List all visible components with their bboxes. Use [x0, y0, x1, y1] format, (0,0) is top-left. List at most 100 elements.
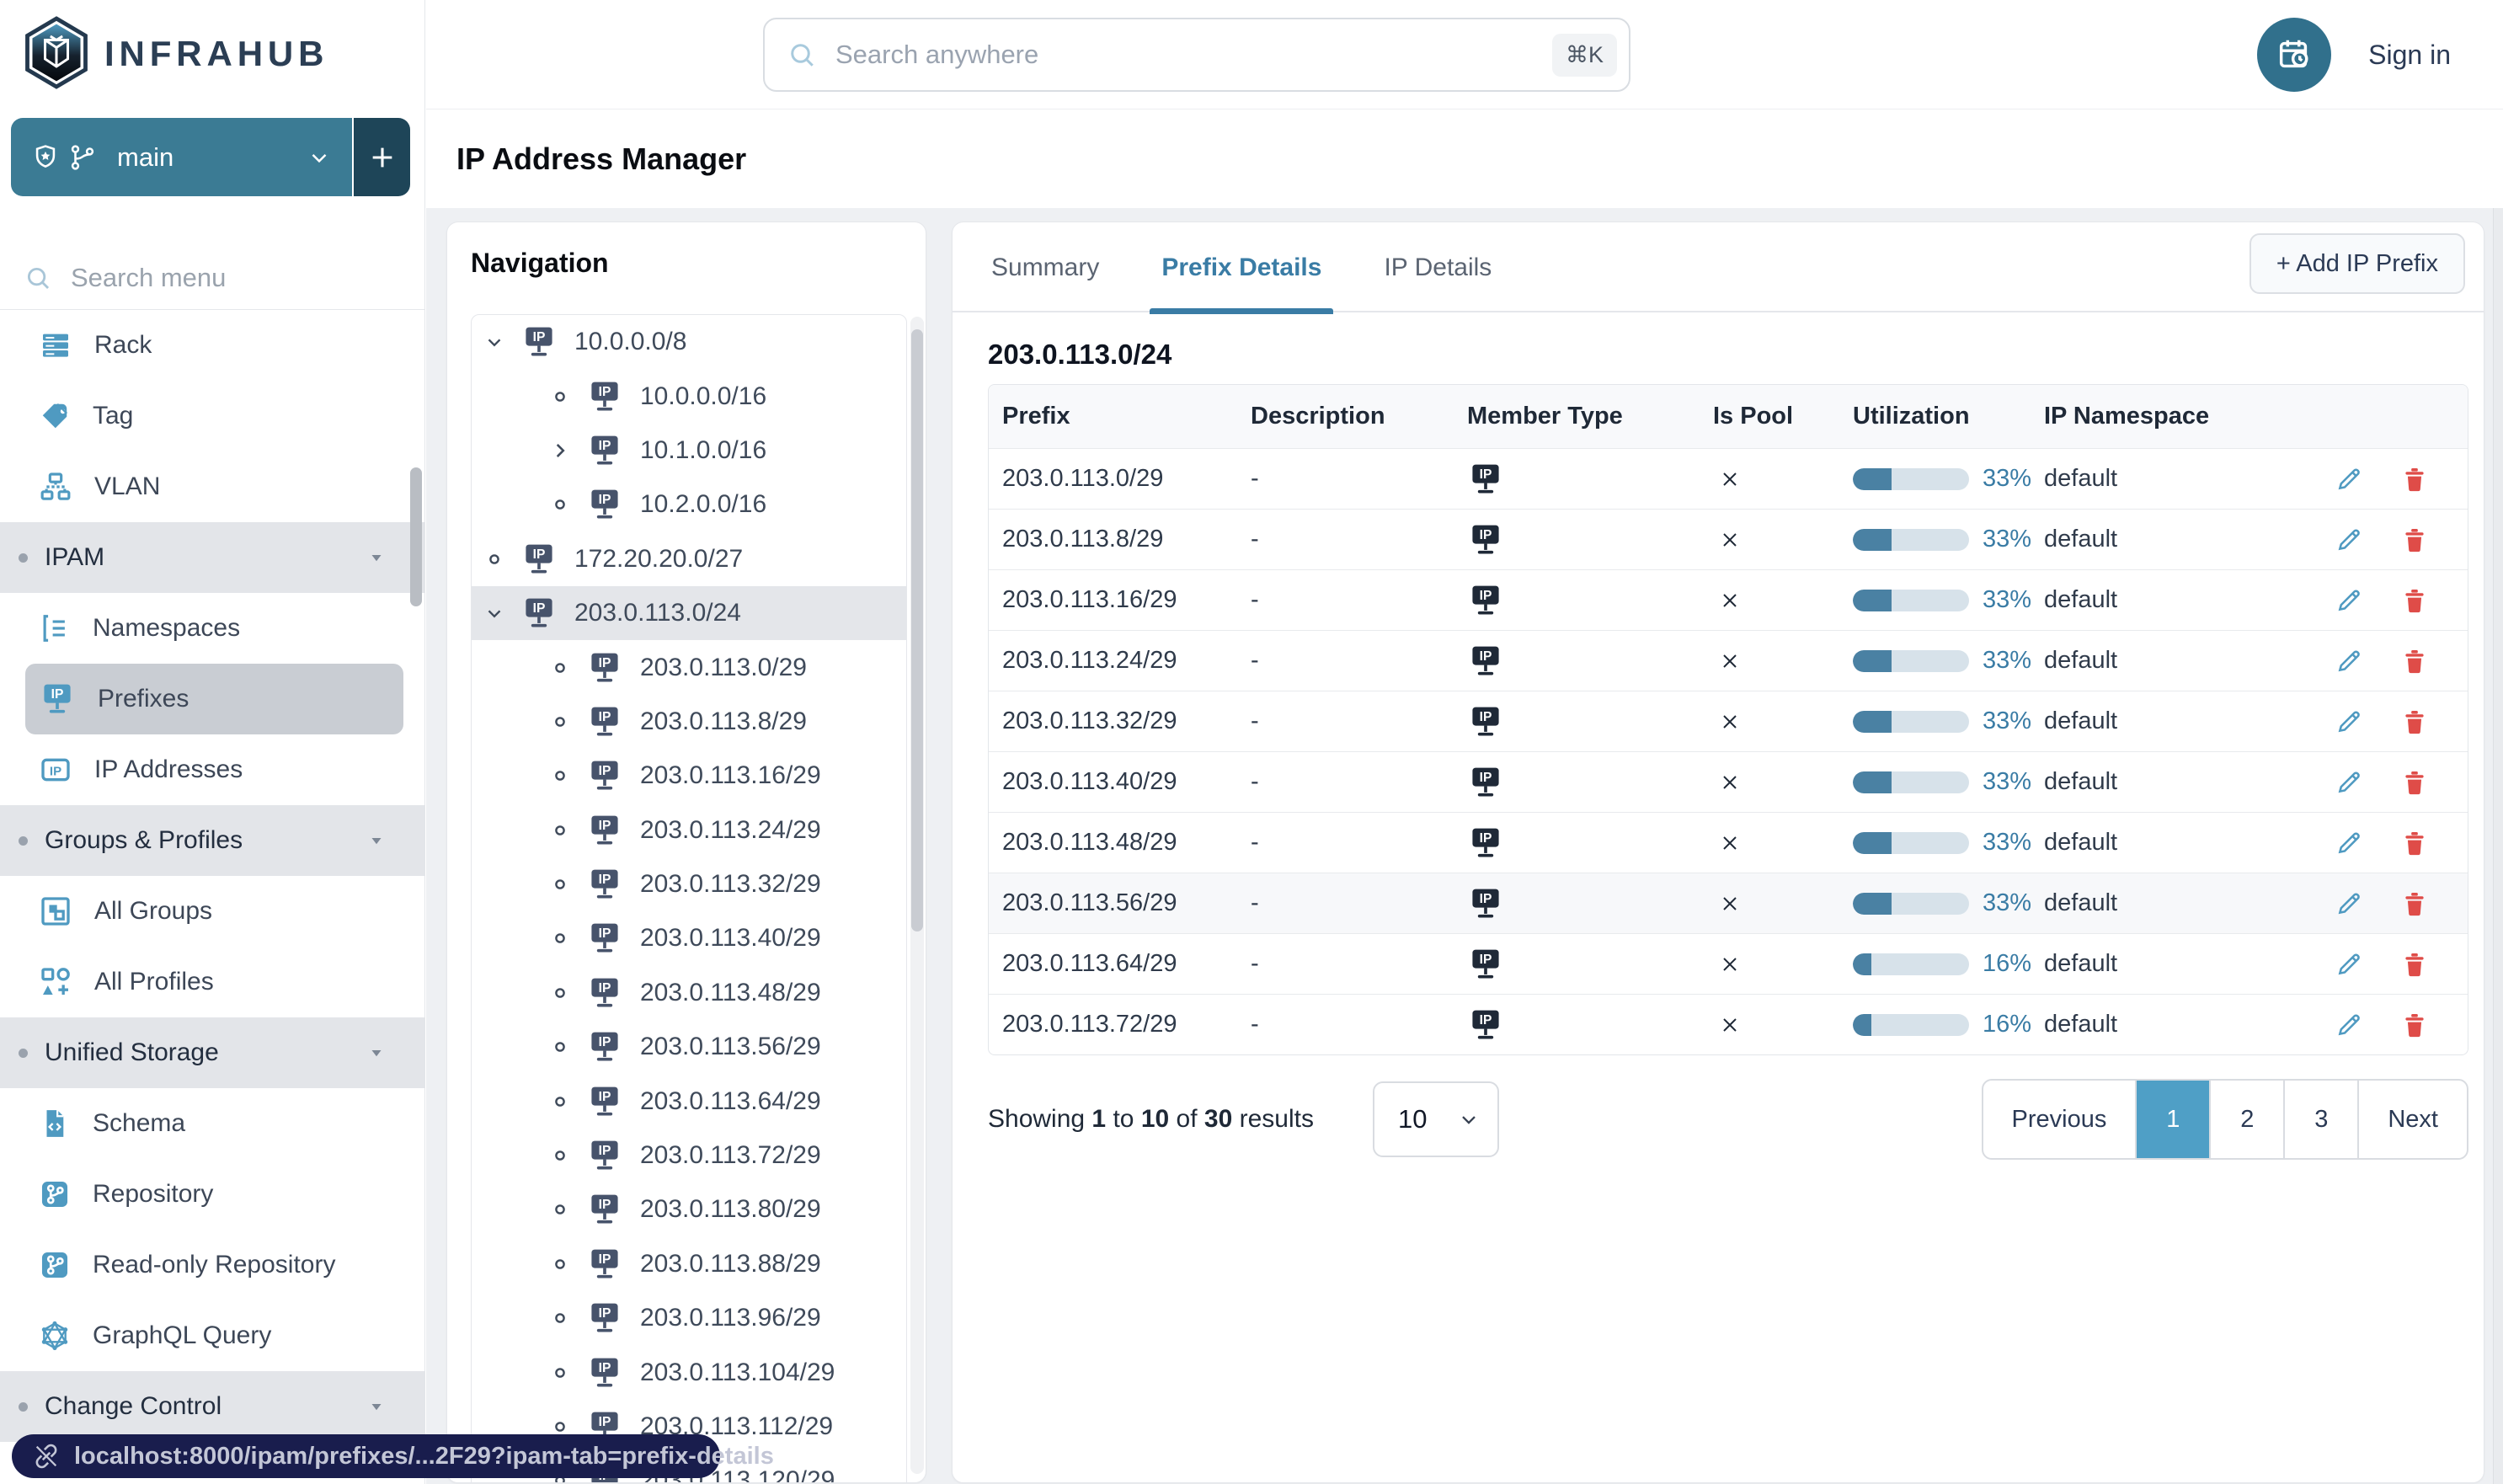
sidebar-item-all-profiles[interactable]: All Profiles — [0, 947, 425, 1017]
schedule-button[interactable] — [2257, 18, 2331, 92]
chevron-collapse-icon — [366, 1043, 387, 1063]
sidebar-item-prefixes[interactable]: IP Prefixes — [25, 664, 403, 734]
tree-node[interactable]: IP 203.0.113.0/24 — [472, 585, 906, 641]
tree-node[interactable]: IP 203.0.113.32/29 — [472, 857, 906, 911]
tree-node[interactable]: IP 203.0.113.0/29 — [472, 640, 906, 694]
sidebar-section-groups-profiles[interactable]: Groups & Profiles — [0, 805, 425, 876]
table-row[interactable]: 203.0.113.40/29 - IP 33% default — [989, 751, 2468, 812]
delete-row-button[interactable] — [2400, 768, 2429, 797]
delete-row-button[interactable] — [2400, 1011, 2429, 1039]
cell-namespace: default — [2044, 889, 2118, 916]
sidebar-item-vlan[interactable]: VLAN — [0, 451, 425, 522]
delete-row-button[interactable] — [2400, 465, 2429, 494]
tree-node[interactable]: IP 203.0.113.88/29 — [472, 1237, 906, 1291]
prefix-tree: IP 10.0.0.0/8 IP 10.0.0.0/16 IP 10.1.0.0… — [471, 314, 907, 1482]
chevron-right-icon[interactable] — [549, 438, 571, 463]
tree-node[interactable]: IP 203.0.113.8/29 — [472, 695, 906, 749]
sidebar-item-namespaces[interactable]: Namespaces — [0, 593, 425, 664]
page-button-next[interactable]: Next — [2357, 1081, 2467, 1158]
logo[interactable]: INFRAHUB — [24, 7, 328, 101]
table-row[interactable]: 203.0.113.56/29 - IP 33% default — [989, 873, 2468, 933]
tree-node[interactable]: IP 203.0.113.40/29 — [472, 911, 906, 965]
table-row[interactable]: 203.0.113.8/29 - IP 33% default — [989, 509, 2468, 569]
sidebar-section-change-control[interactable]: Change Control — [0, 1371, 425, 1442]
page-button-2[interactable]: 2 — [2209, 1081, 2283, 1158]
table-row[interactable]: 203.0.113.64/29 - IP 16% default — [989, 933, 2468, 994]
page-button-1[interactable]: 1 — [2135, 1081, 2210, 1158]
table-row[interactable]: 203.0.113.72/29 - IP 16% default — [989, 994, 2468, 1054]
chevron-down-icon[interactable] — [483, 329, 505, 355]
tab-ip-details[interactable]: IP Details — [1380, 222, 1495, 312]
table-row[interactable]: 203.0.113.16/29 - IP 33% default — [989, 569, 2468, 630]
edit-row-button[interactable] — [2335, 526, 2363, 554]
table-row[interactable]: 203.0.113.48/29 - IP 33% default — [989, 812, 2468, 873]
sidebar-section-ipam[interactable]: IPAM — [0, 522, 425, 593]
tree-node[interactable]: IP 10.2.0.0/16 — [472, 478, 906, 531]
delete-row-button[interactable] — [2400, 526, 2429, 554]
table-row[interactable]: 203.0.113.24/29 - IP 33% default — [989, 630, 2468, 691]
tabs: Summary Prefix Details IP Details — [988, 222, 1495, 314]
tree-node[interactable]: IP 172.20.20.0/27 — [472, 532, 906, 586]
svg-text:IP: IP — [599, 764, 611, 778]
page-button-3[interactable]: 3 — [2283, 1081, 2357, 1158]
sidebar-item-tag[interactable]: Tag — [0, 381, 425, 451]
delete-row-button[interactable] — [2400, 889, 2429, 918]
sidebar-item-ip-addresses[interactable]: IP IP Addresses — [0, 734, 425, 805]
global-search-input[interactable] — [834, 39, 1535, 71]
page-size-select[interactable]: 10 — [1372, 1081, 1499, 1157]
sidebar-item-schema[interactable]: Schema — [0, 1088, 425, 1159]
cell-description: - — [1251, 586, 1259, 613]
tree-node-label: 10.0.0.0/8 — [574, 328, 687, 356]
tree-node[interactable]: IP 203.0.113.48/29 — [472, 966, 906, 1020]
delete-row-button[interactable] — [2400, 950, 2429, 979]
edit-row-button[interactable] — [2335, 889, 2363, 918]
tree-node[interactable]: IP 203.0.113.56/29 — [472, 1020, 906, 1074]
sidebar-item-read-only-repository[interactable]: Read-only Repository — [0, 1230, 425, 1300]
tree-node[interactable]: IP 10.0.0.0/16 — [472, 369, 906, 423]
tree-node[interactable]: IP 10.1.0.0/16 — [472, 424, 906, 478]
sidebar-item-graphql-query[interactable]: GraphQL Query — [0, 1300, 425, 1371]
branch-select-button[interactable]: main — [11, 118, 352, 196]
page-button-previous[interactable]: Previous — [1983, 1081, 2136, 1158]
table-row[interactable]: 203.0.113.0/29 - IP 33% default — [989, 448, 2468, 509]
tree-node[interactable]: IP 203.0.113.80/29 — [472, 1182, 906, 1236]
edit-row-button[interactable] — [2335, 1011, 2363, 1039]
edit-row-button[interactable] — [2335, 465, 2363, 494]
tree-node[interactable]: IP 203.0.113.16/29 — [472, 749, 906, 803]
delete-row-button[interactable] — [2400, 829, 2429, 857]
tree-node[interactable]: IP 203.0.113.24/29 — [472, 803, 906, 857]
delete-row-button[interactable] — [2400, 707, 2429, 736]
tree-node[interactable]: IP 10.0.0.0/8 — [472, 315, 906, 369]
tree-scrollbar-thumb[interactable] — [911, 329, 923, 932]
edit-row-button[interactable] — [2335, 586, 2363, 615]
sidebar-item-rack[interactable]: Rack — [0, 310, 425, 381]
sidebar-item-all-groups[interactable]: All Groups — [0, 876, 425, 947]
tab-prefix-details[interactable]: Prefix Details — [1150, 222, 1334, 314]
delete-row-button[interactable] — [2400, 647, 2429, 675]
chevron-down-icon[interactable] — [483, 601, 505, 626]
edit-row-button[interactable] — [2335, 768, 2363, 797]
tree-node[interactable]: IP 203.0.113.72/29 — [472, 1129, 906, 1182]
edit-row-button[interactable] — [2335, 950, 2363, 979]
sign-in-button[interactable]: Sign in — [2368, 0, 2451, 109]
sidebar-search[interactable] — [0, 246, 425, 310]
edit-row-button[interactable] — [2335, 707, 2363, 736]
tree-node[interactable]: IP 203.0.113.64/29 — [472, 1074, 906, 1128]
sidebar-section-unified-storage[interactable]: Unified Storage — [0, 1017, 425, 1088]
link-slash-icon — [32, 1442, 61, 1471]
tree-node[interactable]: IP 203.0.113.104/29 — [472, 1345, 906, 1399]
utilization-bar — [1853, 710, 1969, 733]
edit-row-button[interactable] — [2335, 829, 2363, 857]
page-scrollbar-gutter[interactable] — [2493, 208, 2503, 1484]
sidebar-scrollbar-thumb[interactable] — [410, 467, 422, 606]
add-ip-prefix-button[interactable]: + Add IP Prefix — [2249, 233, 2465, 294]
tab-summary[interactable]: Summary — [988, 222, 1102, 312]
sidebar-item-repository[interactable]: Repository — [0, 1159, 425, 1230]
add-branch-button[interactable] — [352, 118, 410, 196]
table-row[interactable]: 203.0.113.32/29 - IP 33% default — [989, 691, 2468, 751]
sidebar-search-input[interactable] — [69, 261, 347, 294]
edit-row-button[interactable] — [2335, 647, 2363, 675]
tree-node[interactable]: IP 203.0.113.96/29 — [472, 1291, 906, 1345]
global-search[interactable]: ⌘K — [763, 18, 1630, 92]
delete-row-button[interactable] — [2400, 586, 2429, 615]
